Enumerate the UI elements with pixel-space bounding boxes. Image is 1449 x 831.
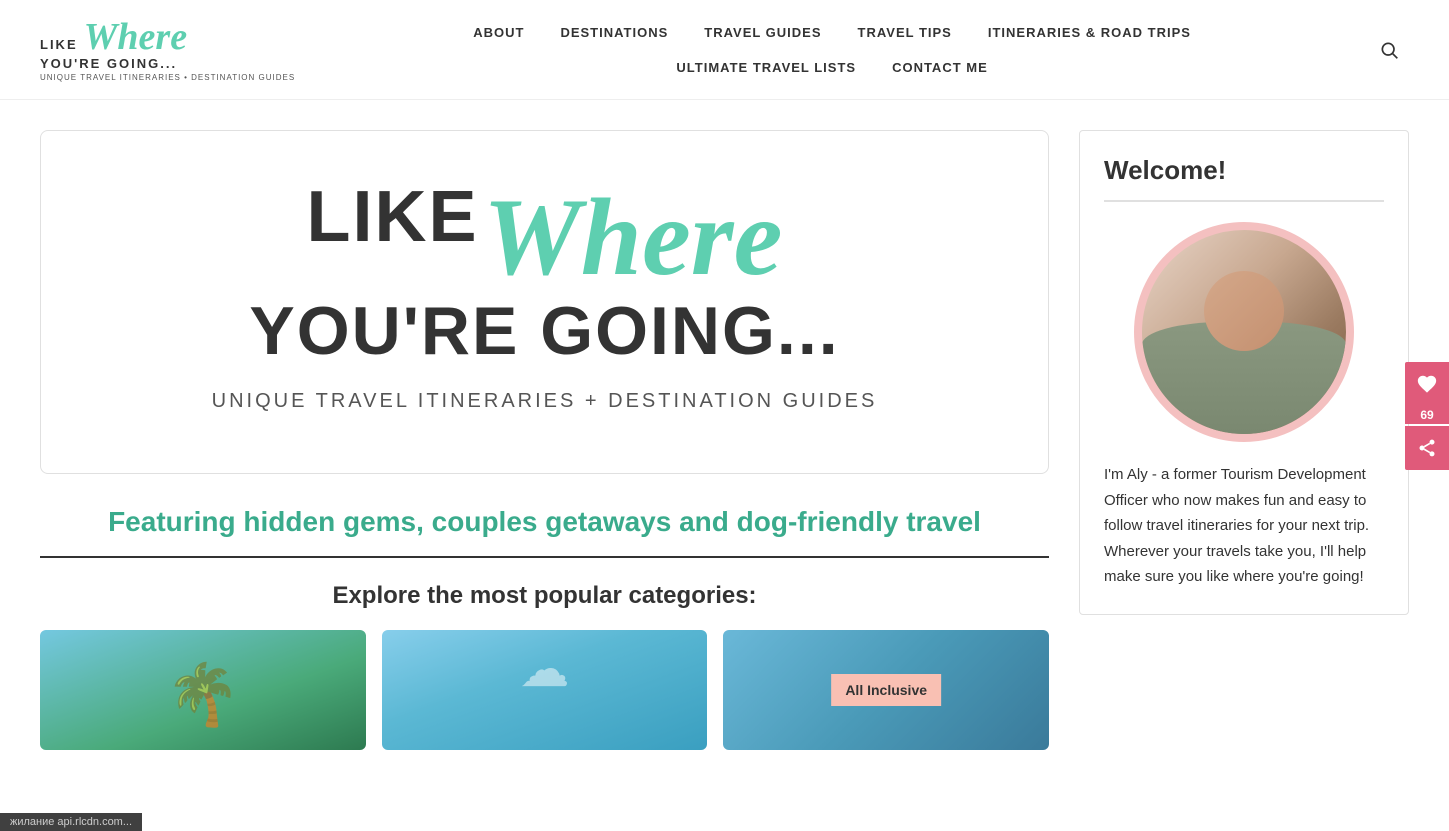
status-text: жилание api.rlcdn.com... xyxy=(10,816,132,828)
main-area: LIKE Where YOU'RE GOING... UNIQUE TRAVEL… xyxy=(40,130,1049,750)
hero-tagline: UNIQUE TRAVEL ITINERARIES + DESTINATION … xyxy=(81,390,1008,413)
inclusive-label: All Inclusive xyxy=(831,674,941,706)
search-button[interactable] xyxy=(1369,30,1409,70)
logo-text: LIKE Where YOU'RE GOING... UNIQUE TRAVEL… xyxy=(40,18,295,82)
fab-heart-button[interactable] xyxy=(1405,362,1449,406)
nav-destinations[interactable]: DESTINATIONS xyxy=(542,15,686,50)
fab-count: 69 xyxy=(1405,406,1449,424)
sidebar-bio: I'm Aly - a former Tourism Development O… xyxy=(1104,462,1384,590)
header: LIKE Where YOU'RE GOING... UNIQUE TRAVEL… xyxy=(0,0,1449,100)
nav-about[interactable]: ABOUT xyxy=(455,15,542,50)
nav-travel-tips[interactable]: TRAVEL TIPS xyxy=(840,15,970,50)
avatar xyxy=(1134,222,1354,442)
fab-share-button[interactable] xyxy=(1405,426,1449,470)
logo-where: Where xyxy=(84,18,187,56)
hero-youre: YOU'RE GOING... xyxy=(81,292,1008,370)
logo-like: LIKE xyxy=(40,37,78,52)
explore-heading: Explore the most popular categories: xyxy=(40,582,1049,610)
sidebar-divider xyxy=(1104,200,1384,202)
hero-where: Where xyxy=(483,176,782,298)
nav-row-2: ULTIMATE TRAVEL LISTS CONTACT ME xyxy=(658,50,1005,85)
featuring-text: Featuring hidden gems, couples getaways … xyxy=(40,504,1049,540)
category-card-3[interactable]: All Inclusive xyxy=(723,630,1049,750)
category-cards: All Inclusive xyxy=(40,630,1049,750)
nav-itineraries[interactable]: ITINERARIES & ROAD TRIPS xyxy=(970,15,1209,50)
sidebar-card: Welcome! I'm Aly - a former Tourism Deve… xyxy=(1079,130,1409,615)
logo-tagline: UNIQUE TRAVEL ITINERARIES • DESTINATION … xyxy=(40,73,295,82)
nav-travel-lists[interactable]: ULTIMATE TRAVEL LISTS xyxy=(658,50,874,85)
sidebar-welcome-title: Welcome! xyxy=(1104,155,1384,186)
hero-box: LIKE Where YOU'RE GOING... UNIQUE TRAVEL… xyxy=(40,130,1049,474)
main-nav: ABOUT DESTINATIONS TRAVEL GUIDES TRAVEL … xyxy=(295,15,1369,85)
hero-like: LIKE xyxy=(307,177,479,257)
fab-container: 69 xyxy=(1405,362,1449,470)
status-bar: жилание api.rlcdn.com... xyxy=(0,813,142,831)
heart-icon xyxy=(1416,373,1438,395)
content-divider xyxy=(40,556,1049,558)
nav-travel-guides[interactable]: TRAVEL GUIDES xyxy=(686,15,839,50)
nav-row-1: ABOUT DESTINATIONS TRAVEL GUIDES TRAVEL … xyxy=(455,15,1209,50)
page-content: LIKE Where YOU'RE GOING... UNIQUE TRAVEL… xyxy=(0,100,1449,780)
share-icon xyxy=(1417,438,1437,458)
category-card-2[interactable] xyxy=(382,630,708,750)
logo-youre: YOU'RE GOING... xyxy=(40,56,177,71)
logo-area[interactable]: LIKE Where YOU'RE GOING... UNIQUE TRAVEL… xyxy=(40,18,295,82)
category-card-1[interactable] xyxy=(40,630,366,750)
nav-contact[interactable]: CONTACT ME xyxy=(874,50,1006,85)
search-icon xyxy=(1379,40,1399,60)
sidebar: Welcome! I'm Aly - a former Tourism Deve… xyxy=(1079,130,1409,750)
avatar-wrap xyxy=(1104,222,1384,442)
